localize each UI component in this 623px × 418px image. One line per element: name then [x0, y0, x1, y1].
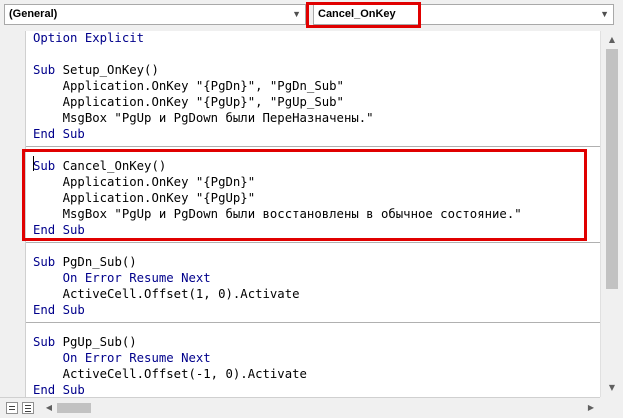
- code-line[interactable]: On Error Resume Next: [33, 270, 211, 286]
- code-keyword: Option Explicit: [33, 31, 145, 45]
- procedure-bar: (General) ▼ Cancel_OnKey ▼: [0, 0, 623, 32]
- code-text: PgUp_Sub(): [55, 335, 137, 349]
- scroll-corner: [600, 397, 623, 418]
- full-module-view-button[interactable]: [22, 402, 34, 414]
- code-keyword: End Sub: [33, 303, 85, 317]
- chevron-down-icon[interactable]: ▼: [600, 5, 609, 24]
- code-line[interactable]: Application.OnKey "{PgUp}", "PgUp_Sub": [33, 94, 344, 110]
- object-dropdown-value: (General): [9, 8, 58, 20]
- scroll-thumb[interactable]: [606, 49, 618, 289]
- code-keyword: Sub: [33, 255, 56, 269]
- procedure-view-button[interactable]: [6, 402, 18, 414]
- code-text: PgDn_Sub(): [55, 255, 137, 269]
- margin-indicator-bar[interactable]: [0, 31, 26, 397]
- text-cursor: [33, 156, 34, 171]
- arrow-right-icon[interactable]: ▶: [584, 401, 598, 415]
- code-line[interactable]: Sub PgDn_Sub(): [33, 254, 137, 270]
- code-line[interactable]: On Error Resume Next: [33, 350, 211, 366]
- code-keyword: End Sub: [33, 223, 85, 237]
- horizontal-scrollbar[interactable]: ◀ ▶: [0, 397, 623, 418]
- code-line[interactable]: Sub Setup_OnKey(): [33, 62, 159, 78]
- code-keyword: End Sub: [33, 383, 85, 397]
- code-line[interactable]: Sub PgUp_Sub(): [33, 334, 137, 350]
- chevron-down-icon[interactable]: ▼: [292, 5, 301, 24]
- code-text: MsgBox "PgUp и PgDown были восстановлены…: [33, 207, 522, 221]
- code-keyword: Sub: [33, 159, 56, 173]
- code-line[interactable]: End Sub: [33, 302, 85, 318]
- code-line[interactable]: Application.OnKey "{PgUp}": [33, 190, 256, 206]
- code-line[interactable]: End Sub: [33, 126, 85, 142]
- code-line[interactable]: Option Explicit: [33, 31, 144, 46]
- code-text: Application.OnKey "{PgDn}", "PgDn_Sub": [33, 79, 344, 93]
- code-line[interactable]: ActiveCell.Offset(1, 0).Activate: [33, 286, 300, 302]
- code-text: Cancel_OnKey(): [55, 159, 167, 173]
- procedure-separator: [26, 146, 600, 147]
- code-editor[interactable]: Option Explicit Sub Setup_OnKey() Applica…: [26, 31, 600, 397]
- code-line[interactable]: Application.OnKey "{PgDn}", "PgDn_Sub": [33, 78, 344, 94]
- code-text: ActiveCell.Offset(1, 0).Activate: [33, 287, 300, 301]
- code-keyword: End Sub: [33, 127, 85, 141]
- code-keyword: On Error Resume Next: [33, 271, 211, 285]
- code-text: Application.OnKey "{PgUp}", "PgUp_Sub": [33, 95, 344, 109]
- code-keyword: Sub: [33, 335, 56, 349]
- code-text: MsgBox "PgUp и PgDown были ПереНазначены…: [33, 111, 374, 125]
- procedure-dropdown[interactable]: Cancel_OnKey ▼: [313, 4, 614, 25]
- object-dropdown[interactable]: (General) ▼: [4, 4, 306, 25]
- code-text: Application.OnKey "{PgDn}": [33, 175, 256, 189]
- code-line[interactable]: MsgBox "PgUp и PgDown были восстановлены…: [33, 206, 522, 222]
- arrow-down-icon[interactable]: ▼: [601, 381, 623, 395]
- code-line[interactable]: MsgBox "PgUp и PgDown были ПереНазначены…: [33, 110, 374, 126]
- vertical-scrollbar[interactable]: ▲ ▼: [600, 31, 623, 397]
- code-line[interactable]: ActiveCell.Offset(-1, 0).Activate: [33, 366, 307, 382]
- code-line[interactable]: End Sub: [33, 222, 85, 238]
- procedure-dropdown-value: Cancel_OnKey: [318, 8, 396, 20]
- procedure-separator: [26, 322, 600, 323]
- code-text: Application.OnKey "{PgUp}": [33, 191, 256, 205]
- code-text: ActiveCell.Offset(-1, 0).Activate: [33, 367, 307, 381]
- arrow-left-icon[interactable]: ◀: [42, 401, 56, 415]
- code-keyword: On Error Resume Next: [33, 351, 211, 365]
- code-line[interactable]: Sub Cancel_OnKey(): [33, 158, 166, 174]
- code-line[interactable]: End Sub: [33, 382, 85, 397]
- procedure-separator: [26, 242, 600, 243]
- code-keyword: Sub: [33, 63, 56, 77]
- arrow-up-icon[interactable]: ▲: [601, 33, 623, 47]
- code-line[interactable]: Application.OnKey "{PgDn}": [33, 174, 256, 190]
- code-text: Setup_OnKey(): [55, 63, 159, 77]
- hscroll-thumb[interactable]: [57, 403, 91, 413]
